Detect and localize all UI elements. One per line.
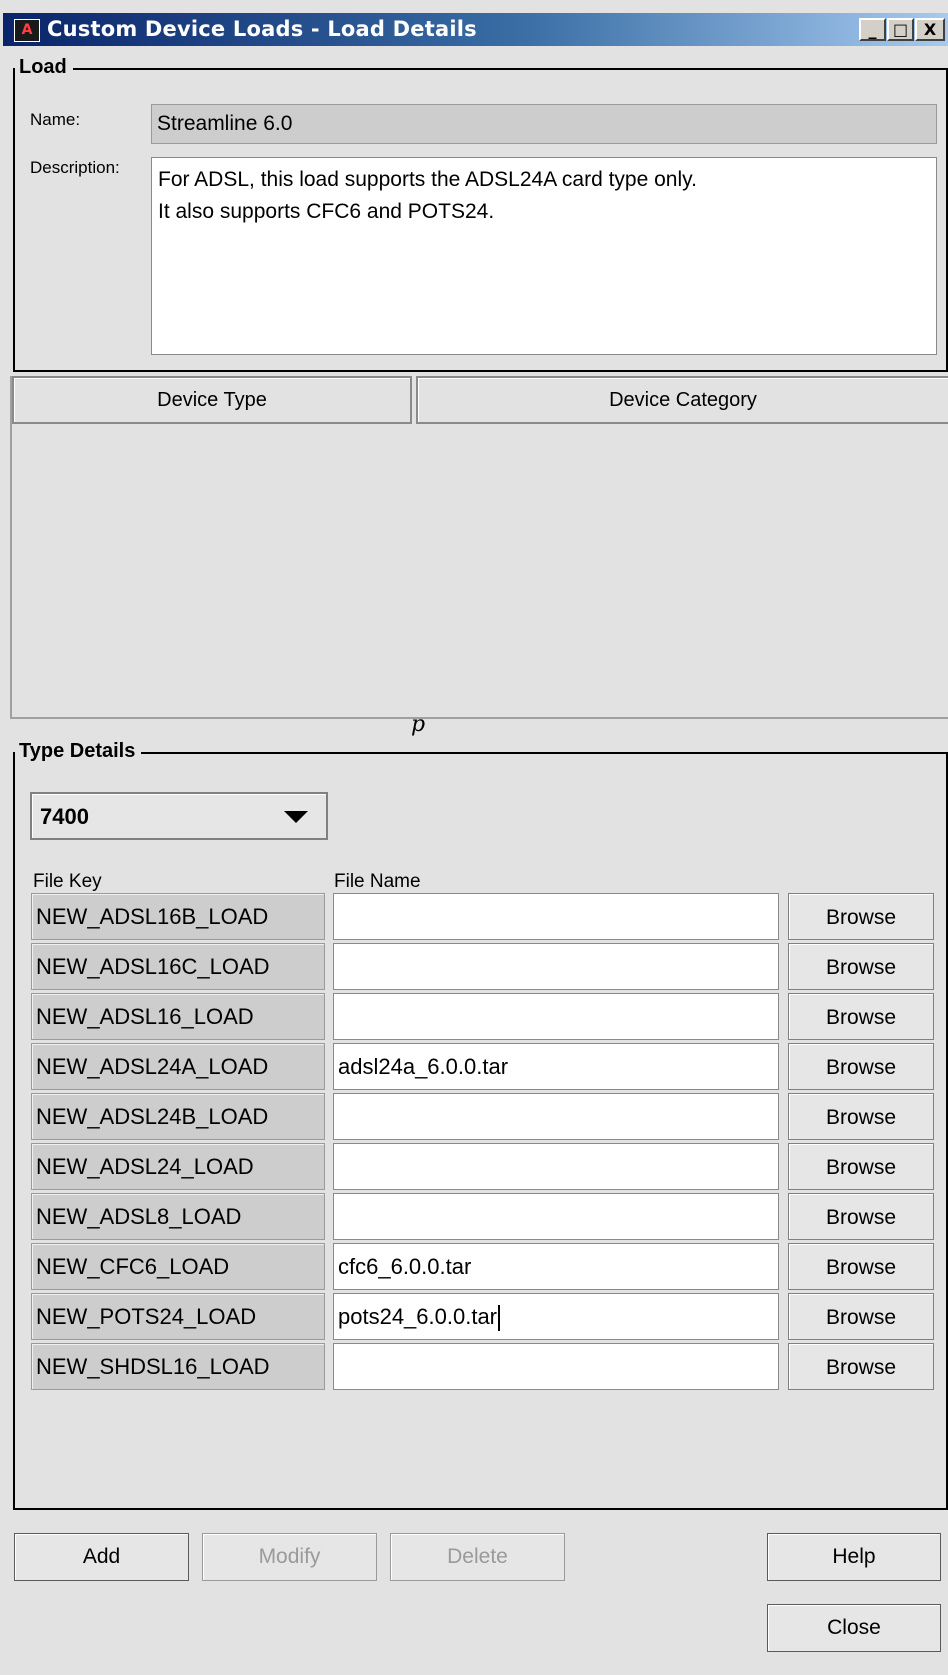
load-group-title: Load: [15, 56, 73, 79]
device-type-select[interactable]: 7400: [30, 792, 328, 840]
file-name-input[interactable]: [333, 1343, 779, 1390]
device-type-select-value: 7400: [40, 804, 89, 829]
file-row: NEW_ADSL8_LOAD Browse: [0, 1193, 948, 1243]
file-row: NEW_ADSL16_LOAD Browse: [0, 993, 948, 1043]
file-key-header: File Key: [33, 871, 102, 892]
file-key-cell: NEW_CFC6_LOAD: [31, 1243, 325, 1290]
file-row: NEW_ADSL16C_LOAD Browse: [0, 943, 948, 993]
file-key-cell: NEW_ADSL8_LOAD: [31, 1193, 325, 1240]
file-row: NEW_SHDSL16_LOAD Browse: [0, 1343, 948, 1393]
description-label: Description:: [30, 158, 120, 177]
help-button[interactable]: Help: [767, 1533, 941, 1581]
name-field[interactable]: Streamline 6.0: [151, 104, 937, 144]
file-key-cell: NEW_SHDSL16_LOAD: [31, 1343, 325, 1390]
browse-button[interactable]: Browse: [788, 1293, 934, 1340]
file-row: NEW_ADSL24B_LOAD Browse: [0, 1093, 948, 1143]
file-key-cell: NEW_ADSL24B_LOAD: [31, 1093, 325, 1140]
file-name-input[interactable]: pots24_6.0.0.tar: [333, 1293, 779, 1340]
close-button[interactable]: Close: [767, 1604, 941, 1652]
splitter-glyph: p: [411, 712, 426, 737]
file-key-cell: NEW_ADSL16C_LOAD: [31, 943, 325, 990]
file-name-input[interactable]: cfc6_6.0.0.tar: [333, 1243, 779, 1290]
browse-button[interactable]: Browse: [788, 1243, 934, 1290]
file-key-cell: NEW_POTS24_LOAD: [31, 1293, 325, 1340]
dropdown-arrow-icon[interactable]: [284, 811, 308, 823]
column-header-device-category[interactable]: Device Category: [416, 376, 948, 424]
file-row: NEW_CFC6_LOAD cfc6_6.0.0.tar Browse: [0, 1243, 948, 1293]
text-caret: [498, 1305, 501, 1332]
browse-button[interactable]: Browse: [788, 1043, 934, 1090]
file-key-cell: NEW_ADSL24_LOAD: [31, 1143, 325, 1190]
file-name-input[interactable]: [333, 1143, 779, 1190]
delete-button[interactable]: Delete: [390, 1533, 565, 1581]
title-bar[interactable]: A Custom Device Loads - Load Details _ □…: [3, 13, 948, 46]
name-label: Name:: [30, 110, 81, 129]
add-button[interactable]: Add: [14, 1533, 189, 1581]
file-key-cell: NEW_ADSL24A_LOAD: [31, 1043, 325, 1090]
file-name-input[interactable]: [333, 1193, 779, 1240]
browse-button[interactable]: Browse: [788, 893, 934, 940]
file-key-cell: NEW_ADSL16_LOAD: [31, 993, 325, 1040]
device-table[interactable]: Device Type Device Category: [10, 376, 948, 719]
description-textarea[interactable]: For ADSL, this load supports the ADSL24A…: [151, 157, 937, 355]
minimize-button[interactable]: _: [859, 18, 886, 41]
maximize-button[interactable]: □: [887, 18, 914, 41]
file-key-cell: NEW_ADSL16B_LOAD: [31, 893, 325, 940]
browse-button[interactable]: Browse: [788, 943, 934, 990]
file-name-input[interactable]: [333, 993, 779, 1040]
modify-button[interactable]: Modify: [202, 1533, 377, 1581]
file-name-header: File Name: [334, 871, 421, 892]
file-row: NEW_POTS24_LOAD pots24_6.0.0.tar Browse: [0, 1293, 948, 1343]
type-details-group-title: Type Details: [15, 740, 142, 763]
column-header-device-type[interactable]: Device Type: [12, 376, 412, 424]
app-logo-icon: A: [14, 19, 40, 42]
browse-button[interactable]: Browse: [788, 1343, 934, 1390]
browse-button[interactable]: Browse: [788, 1193, 934, 1240]
file-row: NEW_ADSL24_LOAD Browse: [0, 1143, 948, 1193]
close-window-button[interactable]: X: [915, 18, 945, 41]
file-name-input[interactable]: [333, 1093, 779, 1140]
window-title: Custom Device Loads - Load Details: [47, 17, 477, 41]
load-details-window: A Custom Device Loads - Load Details _ □…: [0, 0, 948, 1675]
browse-button[interactable]: Browse: [788, 993, 934, 1040]
file-name-input[interactable]: [333, 943, 779, 990]
browse-button[interactable]: Browse: [788, 1093, 934, 1140]
file-name-input[interactable]: adsl24a_6.0.0.tar: [333, 1043, 779, 1090]
file-row: NEW_ADSL24A_LOAD adsl24a_6.0.0.tar Browse: [0, 1043, 948, 1093]
browse-button[interactable]: Browse: [788, 1143, 934, 1190]
file-row: NEW_ADSL16B_LOAD Browse: [0, 893, 948, 943]
file-name-input[interactable]: [333, 893, 779, 940]
